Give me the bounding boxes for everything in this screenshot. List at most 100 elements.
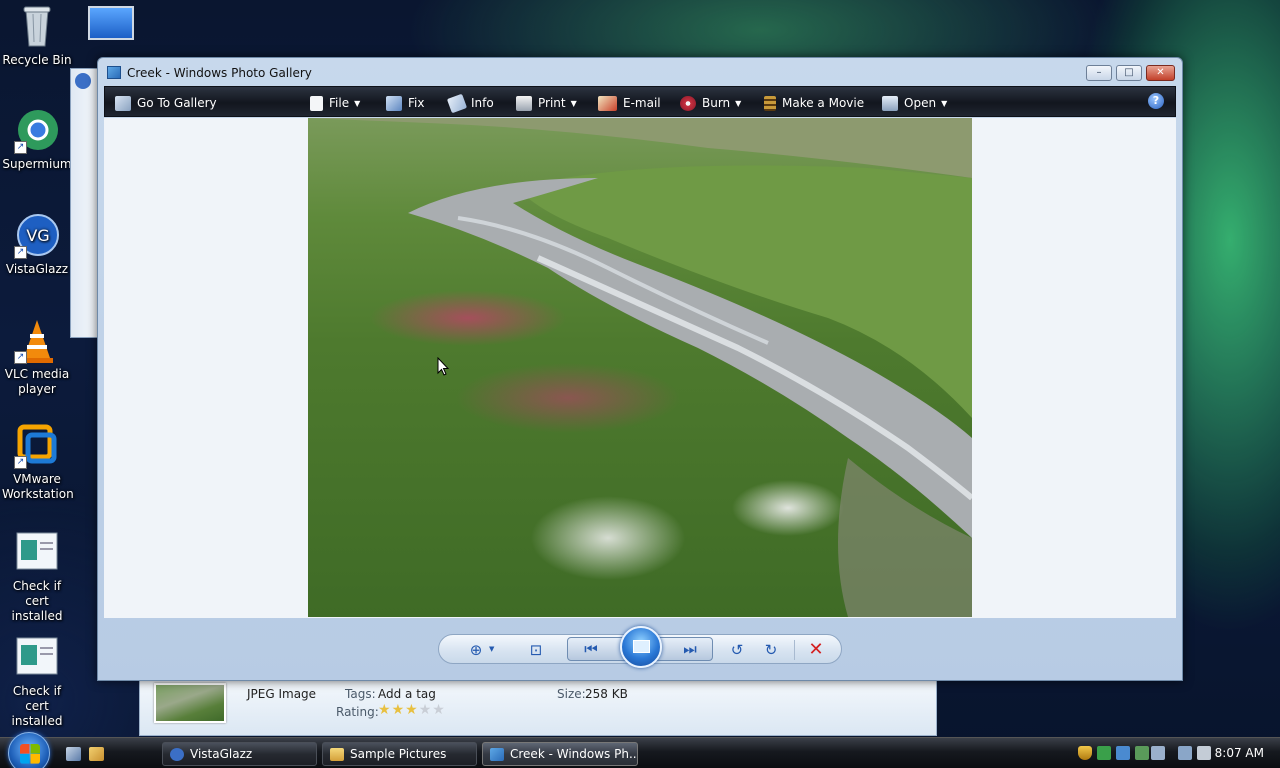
vmware-icon: ↗ <box>14 423 60 469</box>
show-desktop-icon[interactable] <box>66 747 81 761</box>
taskbar-button-sample-pictures[interactable]: Sample Pictures <box>322 742 477 766</box>
network-connection-icon[interactable] <box>1178 746 1192 760</box>
rating-star-icon[interactable]: ★ <box>405 702 419 718</box>
photo-thumbnail[interactable] <box>154 683 226 723</box>
actual-size-button[interactable]: ⊡ <box>525 640 547 660</box>
close-button[interactable]: ✕ <box>1146 65 1175 81</box>
printer-icon <box>516 95 532 111</box>
desktop-icon-label: VistaGlazz <box>5 262 69 276</box>
open-label: Open <box>904 96 937 110</box>
rotate-clockwise-button[interactable]: ↻ <box>760 640 782 660</box>
burn-menu[interactable]: Burn ▼ <box>680 94 741 112</box>
size-label: Size: <box>557 687 586 701</box>
burn-disc-icon <box>680 95 696 111</box>
playback-controls: ⊕ ▼ ⊡ ⏮ ⏭ ↺ ↻ ✕ <box>438 626 842 668</box>
rating-stars[interactable]: ★★★★★ <box>378 702 446 718</box>
info-label: Info <box>471 96 494 110</box>
security-shield-icon[interactable] <box>1078 746 1092 760</box>
desktop-icon-vlc[interactable]: ↗ VLC media player <box>2 318 72 397</box>
rating-star-icon[interactable]: ★ <box>392 702 406 718</box>
file-menu[interactable]: File ▼ <box>310 94 360 112</box>
taskbar: VistaGlazz Sample Pictures Creek - Windo… <box>0 732 1280 768</box>
desktop-icon-recycle-bin[interactable]: Recycle Bin <box>2 4 72 68</box>
minimize-button[interactable]: – <box>1086 65 1112 81</box>
checkmark-icon[interactable] <box>1097 746 1111 760</box>
rating-star-icon[interactable]: ★ <box>378 702 392 718</box>
photo-gallery-window[interactable]: Creek - Windows Photo Gallery – □ ✕ Go T… <box>97 57 1183 681</box>
chevron-down-icon[interactable]: ▼ <box>489 645 494 653</box>
rating-star-icon[interactable]: ★ <box>419 702 433 718</box>
photo-creek[interactable] <box>308 118 972 617</box>
creek-photo-illustration <box>308 118 972 617</box>
window-title: Creek - Windows Photo Gallery <box>127 66 312 80</box>
chevron-down-icon: ▼ <box>354 98 361 108</box>
taskbar-button-label: Sample Pictures <box>350 747 447 761</box>
delete-button[interactable]: ✕ <box>805 640 827 660</box>
recycle-bin-icon <box>14 4 60 50</box>
next-button[interactable]: ⏭ <box>679 639 701 659</box>
chevron-down-icon: ▼ <box>735 98 742 108</box>
email-button[interactable]: E-mail <box>598 94 661 112</box>
divider <box>794 640 795 660</box>
make-movie-button[interactable]: Make a Movie <box>764 94 864 112</box>
help-button[interactable]: ? <box>1148 93 1164 109</box>
maximize-button[interactable]: □ <box>1116 65 1142 81</box>
photo-gallery-icon <box>107 66 121 79</box>
explorer-quicklaunch-icon[interactable] <box>89 747 104 761</box>
print-menu[interactable]: Print ▼ <box>516 94 577 112</box>
file-icon <box>310 95 323 111</box>
clock[interactable]: 8:07 AM <box>1215 746 1264 760</box>
vlc-cone-icon: ↗ <box>14 318 60 364</box>
slideshow-button[interactable] <box>620 626 662 668</box>
open-menu[interactable]: Open ▼ <box>882 94 947 112</box>
desktop-icon-check-cert-1[interactable]: Check if cert installed <box>2 530 72 624</box>
desktop-icon-label: Supermium <box>2 157 72 171</box>
desktop-icon-computer[interactable] <box>88 6 136 50</box>
desktop-icon-check-cert-2[interactable]: Check if cert installed <box>2 635 72 729</box>
vistaglazz-icon <box>170 747 184 761</box>
network-icon[interactable] <box>1116 746 1130 760</box>
info-button[interactable]: Info <box>446 93 494 113</box>
desktop-icon-label: Recycle Bin <box>2 53 72 67</box>
start-button[interactable] <box>8 732 50 768</box>
mouse-cursor-icon <box>437 357 449 376</box>
desktop-icon-label: Check if cert installed <box>11 579 63 623</box>
photo-viewer[interactable] <box>104 118 1176 618</box>
file-menu-label: File <box>329 96 350 110</box>
details-pane: JPEG Image Tags: Add a tag Rating: ★★★★★… <box>139 678 937 736</box>
add-tag-link[interactable]: Add a tag <box>378 687 436 701</box>
desktop-icon-label: Check if cert installed <box>11 684 63 728</box>
taskbar-button-photo-gallery[interactable]: Creek - Windows Ph... <box>482 742 638 766</box>
title-bar[interactable]: Creek - Windows Photo Gallery – □ ✕ <box>98 58 1182 86</box>
document-icon <box>14 530 60 576</box>
taskbar-button-vistaglazz[interactable]: VistaGlazz <box>162 742 317 766</box>
desktop-icon-vistaglazz[interactable]: VG ↗ VistaGlazz <box>2 213 72 277</box>
desktop-icon-vmware[interactable]: ↗ VMware Workstation <box>2 423 74 502</box>
chevron-down-icon: ▼ <box>570 98 577 108</box>
volume-muted-icon[interactable] <box>1197 746 1211 760</box>
rating-star-icon[interactable]: ★ <box>432 702 446 718</box>
info-tag-icon <box>446 93 468 113</box>
email-icon <box>598 95 617 111</box>
shortcut-arrow-icon: ↗ <box>14 141 27 154</box>
previous-button[interactable]: ⏮ <box>580 639 602 659</box>
background-window[interactable] <box>70 68 100 338</box>
svg-text:VG: VG <box>26 226 49 245</box>
desktop-icon-label: VLC media player <box>4 367 70 396</box>
desktop-icon-supermium[interactable]: ↗ Supermium <box>2 108 72 172</box>
shortcut-arrow-icon: ↗ <box>14 351 27 364</box>
rotate-counterclockwise-button[interactable]: ↺ <box>726 640 748 660</box>
go-to-gallery-button[interactable]: Go To Gallery <box>115 94 217 112</box>
print-label: Print <box>538 96 566 110</box>
film-icon <box>764 95 776 111</box>
fix-button[interactable]: Fix <box>386 94 424 112</box>
go-to-gallery-label: Go To Gallery <box>137 96 217 110</box>
tray-device-icon[interactable] <box>1151 746 1165 760</box>
fix-label: Fix <box>408 96 425 110</box>
zoom-button[interactable]: ⊕ <box>465 640 487 660</box>
rating-label: Rating: <box>336 705 379 719</box>
photo-gallery-icon <box>490 747 504 761</box>
tray-app-icon[interactable] <box>1135 746 1149 760</box>
vistaglazz-icon: VG ↗ <box>14 213 60 259</box>
shortcut-arrow-icon: ↗ <box>14 456 27 469</box>
